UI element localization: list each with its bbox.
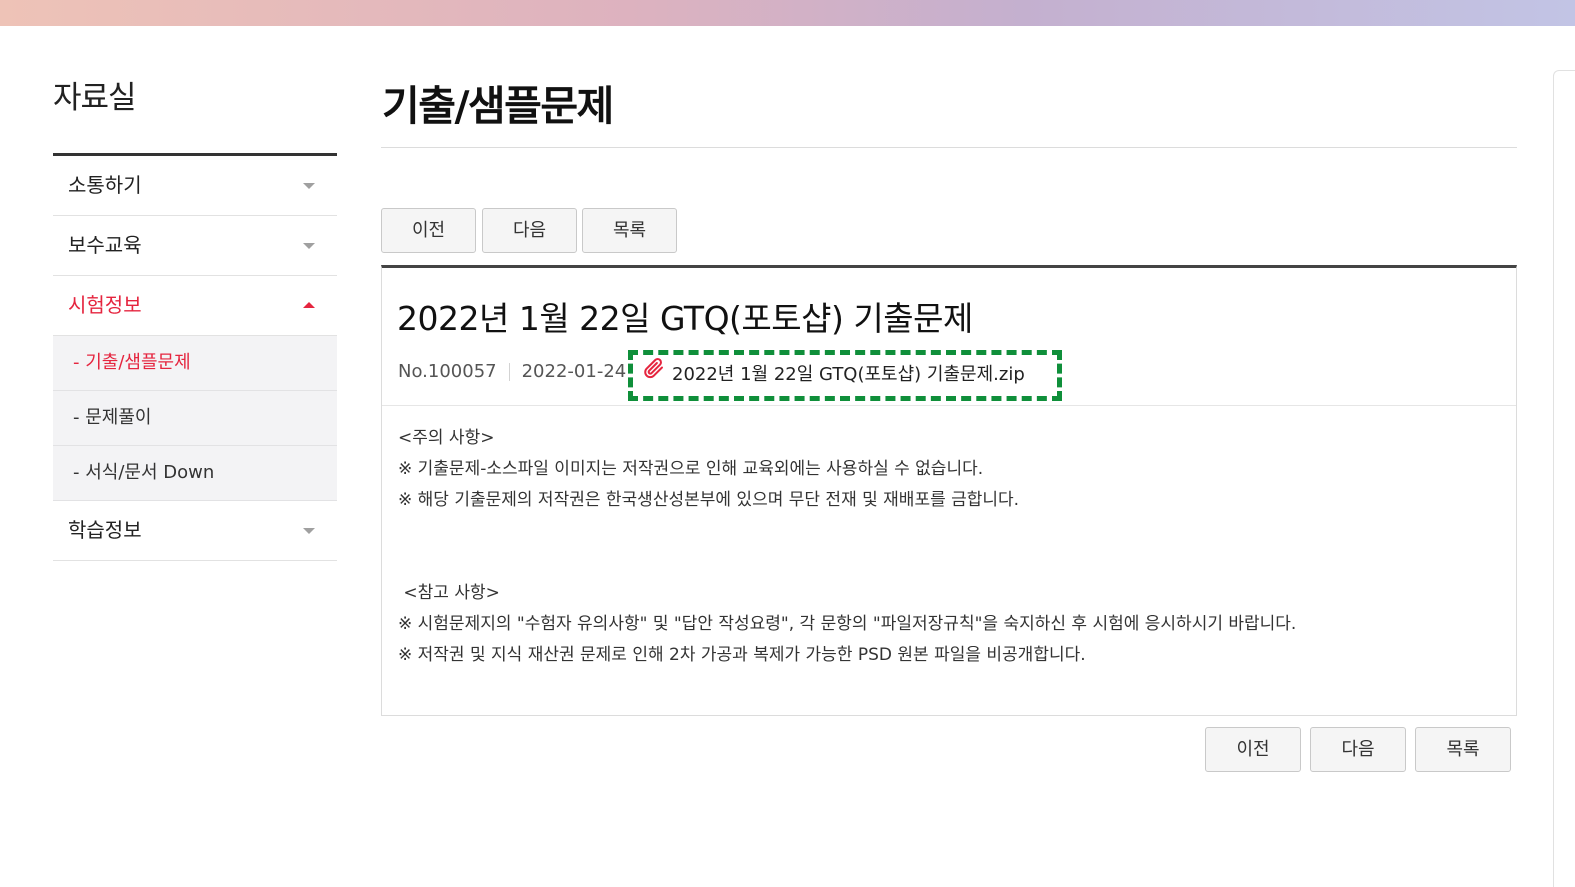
- next-button-bottom[interactable]: 다음: [1310, 727, 1406, 772]
- body-line: ※ 기출문제-소스파일 이미지는 저작권으로 인해 교육외에는 사용하실 수 없…: [398, 459, 984, 479]
- prev-button-top[interactable]: 이전: [381, 208, 476, 253]
- sidebar-item-label: 학습정보: [68, 518, 142, 542]
- sidebar-item-learning-info[interactable]: 학습정보: [53, 501, 337, 561]
- body-line: ※ 해당 기출문제의 저작권은 한국생산성본부에 있으며 무단 전재 및 재배포…: [398, 490, 1020, 510]
- top-gradient-bar: [0, 0, 1575, 26]
- list-button-bottom[interactable]: 목록: [1415, 727, 1511, 772]
- sidebar-item-label: 보수교육: [68, 233, 142, 257]
- post-number: No.100057: [398, 361, 497, 382]
- submenu-item-forms-download[interactable]: - 서식/문서 Down: [53, 446, 337, 501]
- body-line: ※ 시험문제지의 "수험자 유의사항" 및 "답안 작성요령", 각 문항의 "…: [398, 614, 1297, 634]
- title-divider: [381, 147, 1517, 148]
- page-title: 기출/샘플문제: [382, 82, 614, 130]
- paperclip-icon: [642, 355, 666, 395]
- chevron-down-icon: [303, 243, 315, 249]
- sidebar-item-communication[interactable]: 소통하기: [53, 156, 337, 216]
- submenu-item-past-exams[interactable]: - 기출/샘플문제: [53, 336, 337, 391]
- sidebar-title: 자료실: [53, 80, 137, 116]
- sidebar-item-label: 소통하기: [68, 173, 142, 197]
- sidebar-submenu: - 기출/샘플문제 - 문제풀이 - 서식/문서 Down: [53, 336, 337, 501]
- list-button-top[interactable]: 목록: [582, 208, 677, 253]
- attachment-link[interactable]: 2022년 1월 22일 GTQ(포토샵) 기출문제.zip: [628, 350, 1062, 401]
- post-date: 2022-01-24: [521, 361, 627, 382]
- body-line: ※ 저작권 및 지식 재산권 문제로 인해 2차 가공과 복제가 가능한 PSD…: [398, 645, 1086, 665]
- sidebar-nav: 소통하기 보수교육 시험정보 - 기출/샘플문제 - 문제풀이 - 서식/문서 …: [53, 153, 337, 561]
- chevron-up-icon: [303, 302, 315, 308]
- post-divider: [382, 405, 1516, 406]
- chevron-down-icon: [303, 183, 315, 189]
- sidebar-item-exam-info[interactable]: 시험정보: [53, 276, 337, 336]
- body-line: <주의 사항>: [398, 428, 495, 448]
- post-meta: No.100057 2022-01-24: [398, 360, 626, 384]
- submenu-item-problem-solving[interactable]: - 문제풀이: [53, 391, 337, 446]
- sidebar-item-label: 시험정보: [68, 293, 142, 317]
- post-view: 2022년 1월 22일 GTQ(포토샵) 기출문제 No.100057 2022…: [381, 265, 1517, 716]
- next-button-top[interactable]: 다음: [482, 208, 577, 253]
- right-panel-edge: [1553, 70, 1575, 887]
- post-body: <주의 사항> ※ 기출문제-소스파일 이미지는 저작권으로 인해 교육외에는 …: [398, 423, 1498, 671]
- chevron-down-icon: [303, 528, 315, 534]
- sidebar-item-continuing-education[interactable]: 보수교육: [53, 216, 337, 276]
- body-line: <참고 사항>: [398, 583, 500, 603]
- post-title: 2022년 1월 22일 GTQ(포토샵) 기출문제: [397, 299, 973, 338]
- attachment-filename: 2022년 1월 22일 GTQ(포토샵) 기출문제.zip: [672, 364, 1025, 385]
- prev-button-bottom[interactable]: 이전: [1205, 727, 1301, 772]
- meta-divider: [508, 363, 510, 381]
